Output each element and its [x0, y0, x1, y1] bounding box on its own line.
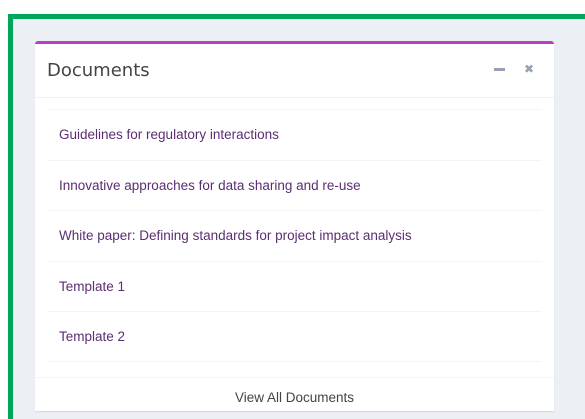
- document-link-template-1[interactable]: Template 1: [59, 279, 125, 294]
- document-link-white-paper[interactable]: White paper: Defining standards for proj…: [59, 228, 412, 243]
- documents-panel: Documents ✖ Guidelines for regulatory in…: [35, 41, 554, 411]
- panel-header: Documents ✖: [35, 44, 554, 98]
- document-list: Guidelines for regulatory interactions I…: [47, 109, 542, 362]
- list-item: Innovative approaches for data sharing a…: [47, 159, 542, 211]
- panel-tools: ✖: [492, 60, 536, 78]
- list-item: Template 1: [47, 260, 542, 312]
- list-item: Guidelines for regulatory interactions: [47, 109, 542, 160]
- minus-icon: [493, 67, 505, 71]
- document-link-innovative-approaches[interactable]: Innovative approaches for data sharing a…: [59, 178, 361, 193]
- close-button[interactable]: ✖: [522, 60, 536, 78]
- close-icon: ✖: [523, 62, 535, 76]
- panel-footer: View All Documents: [35, 377, 554, 417]
- document-link-guidelines[interactable]: Guidelines for regulatory interactions: [59, 127, 279, 142]
- dashboard-frame: Documents ✖ Guidelines for regulatory in…: [8, 14, 585, 419]
- document-link-template-2[interactable]: Template 2: [59, 329, 125, 344]
- panel-title: Documents: [47, 60, 150, 81]
- list-item: White paper: Defining standards for proj…: [47, 210, 542, 261]
- view-all-documents-link[interactable]: View All Documents: [235, 390, 354, 405]
- list-item: Template 2: [47, 311, 542, 362]
- collapse-button[interactable]: [492, 60, 506, 78]
